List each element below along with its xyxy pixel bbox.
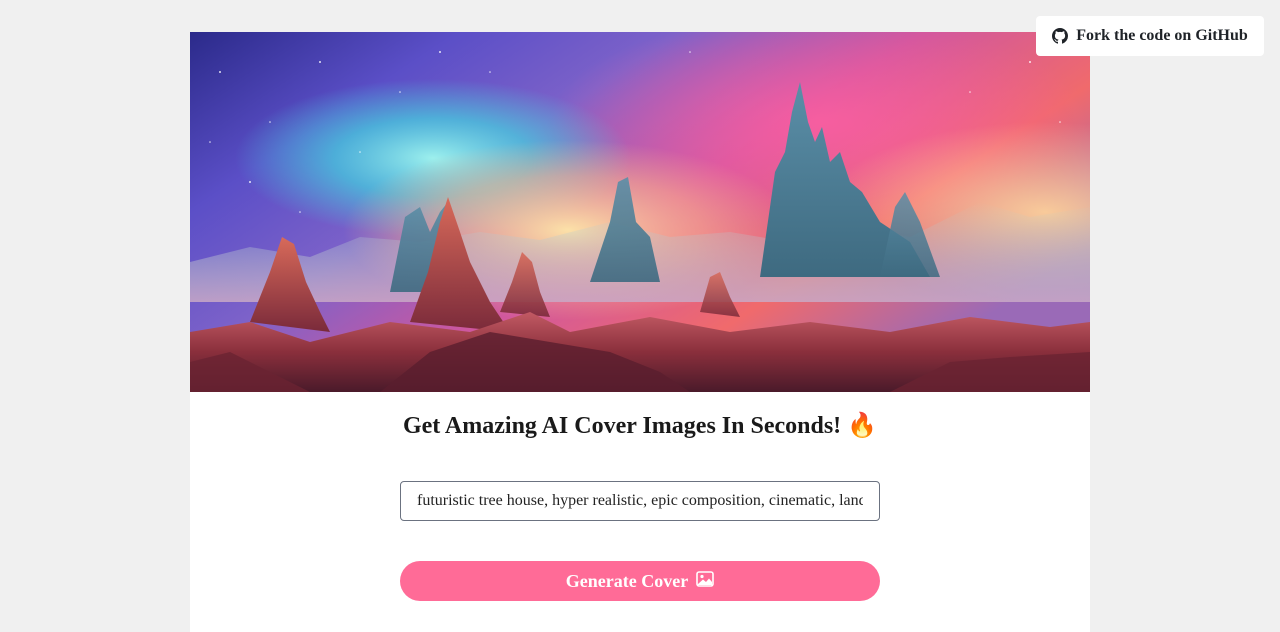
fire-emoji: 🔥 (847, 413, 878, 439)
image-icon (696, 570, 715, 592)
generate-cover-label: Generate Cover (565, 570, 689, 591)
page-title: Get Amazing AI Cover Images In Seconds! … (402, 413, 878, 439)
github-fork-label: Fork the code on GitHub (1076, 27, 1248, 44)
prompt-input[interactable] (400, 481, 880, 521)
main-card: Get Amazing AI Cover Images In Seconds! … (190, 32, 1090, 632)
hero-image (190, 32, 1090, 392)
github-fork-button[interactable]: Fork the code on GitHub (1036, 16, 1264, 56)
generate-cover-button[interactable]: Generate Cover (400, 561, 880, 601)
github-icon (1052, 28, 1069, 44)
